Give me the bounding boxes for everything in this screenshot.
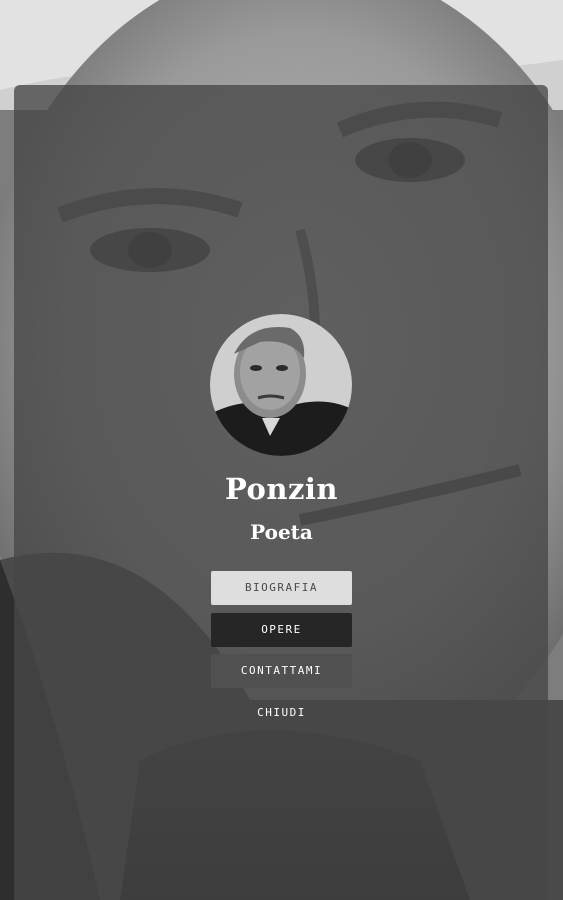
avatar-photo-image bbox=[210, 314, 352, 456]
opere-button[interactable]: OPERE bbox=[211, 613, 352, 647]
profile-role: Poeta bbox=[250, 520, 313, 544]
profile-name: Ponzin bbox=[224, 472, 339, 506]
chiudi-button[interactable]: CHIUDI bbox=[211, 696, 352, 730]
biografia-button[interactable]: BIOGRAFIA bbox=[211, 571, 352, 605]
profile-avatar bbox=[210, 314, 352, 456]
app-screen: Ponzin Poeta BIOGRAFIA OPERE CONTATTAMI … bbox=[0, 0, 563, 900]
contattami-button[interactable]: CONTATTAMI bbox=[211, 654, 352, 688]
